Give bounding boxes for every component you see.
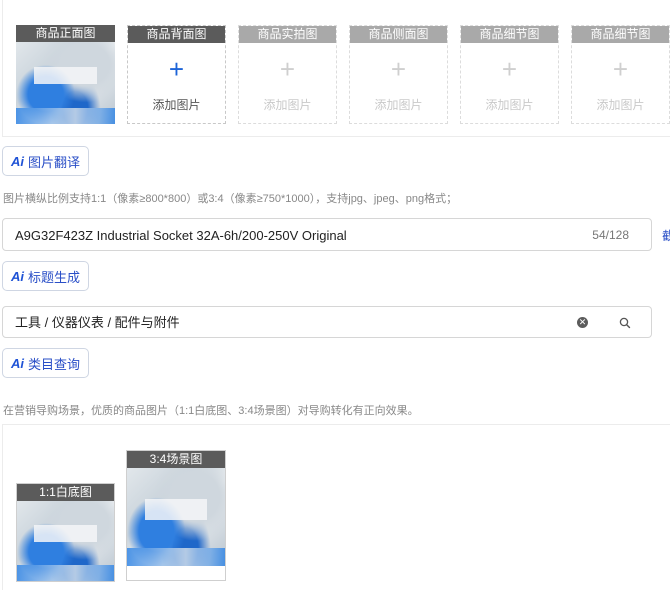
plus-icon: + (501, 54, 518, 84)
add-image-text: 添加图片 (263, 98, 312, 112)
category-value: 工具 / 仪器仪表 / 配件与附件 (15, 315, 180, 330)
ai-icon: Ai (11, 355, 24, 371)
slot-label: 商品背面图 (128, 26, 225, 43)
image-slot-front[interactable]: 商品正面图 (16, 25, 115, 124)
add-image-text: 添加图片 (374, 98, 423, 112)
add-image-text: 添加图片 (485, 98, 534, 112)
search-icon (619, 317, 631, 329)
title-char-counter: 54/128 (592, 228, 629, 242)
plus-icon: + (279, 54, 296, 84)
slot-label: 商品细节图 (572, 26, 669, 43)
plus-icon: + (168, 54, 185, 84)
slot-label: 商品细节图 (461, 26, 558, 43)
image-slot-detail-1: 商品细节图 + 添加图片 (460, 25, 559, 124)
slot-label: 3:4场景图 (127, 451, 225, 468)
plus-icon: + (390, 54, 407, 84)
add-image-text: 添加图片 (596, 98, 645, 112)
category-query-label: 类目查询 (28, 356, 81, 372)
plus-icon: + (612, 54, 629, 84)
main-image-panel: 商品正面图 商品背面图 + 添加图片 商品实拍图 + 添加图片 商品侧面图 + … (2, 0, 670, 137)
slot-label: 商品侧面图 (350, 26, 447, 43)
title-generate-button[interactable]: Ai 标题生成 (2, 261, 90, 291)
marketing-image-hint: 在营销导购场景，优质的商品图片（1:1白底图、3:4场景图）对导购转化有正向效果… (3, 405, 419, 417)
image-translate-label: 图片翻译 (28, 154, 81, 170)
category-query-button[interactable]: Ai 类目查询 (2, 348, 90, 378)
title-input[interactable]: A9G32F423Z Industrial Socket 32A-6h/200-… (2, 218, 652, 251)
image-slot-side: 商品侧面图 + 添加图片 (349, 25, 448, 124)
image-slot-real-shot: 商品实拍图 + 添加图片 (238, 25, 337, 124)
scene-product-photo (127, 451, 225, 566)
category-input[interactable]: 工具 / 仪器仪表 / 配件与附件 ✕ (2, 306, 600, 338)
image-format-hint: 图片横纵比例支持1:1（像素≥800*800）或3:4（像素≥750*1000）… (3, 193, 458, 205)
category-search-button[interactable] (599, 306, 652, 338)
image-translate-button[interactable]: Ai 图片翻译 (2, 146, 90, 176)
image-slot-detail-2: 商品细节图 + 添加图片 (571, 25, 670, 124)
scene-image-slot[interactable]: 3:4场景图 (126, 450, 226, 581)
slot-label: 商品实拍图 (239, 26, 336, 43)
truncated-link[interactable]: 截 (662, 227, 670, 244)
marketing-image-panel: 1:1白底图 3:4场景图 (2, 424, 670, 590)
ai-icon: Ai (11, 268, 24, 284)
white-bg-image-slot[interactable]: 1:1白底图 (16, 483, 115, 582)
slot-label: 1:1白底图 (17, 484, 114, 501)
image-slot-back[interactable]: 商品背面图 + 添加图片 (127, 25, 226, 124)
title-generate-label: 标题生成 (28, 269, 81, 285)
ai-icon: Ai (11, 153, 24, 169)
clear-icon[interactable]: ✕ (577, 317, 588, 328)
slot-label: 商品正面图 (16, 25, 115, 42)
title-value: A9G32F423Z Industrial Socket 32A-6h/200-… (15, 228, 347, 243)
add-image-text: 添加图片 (152, 98, 201, 112)
